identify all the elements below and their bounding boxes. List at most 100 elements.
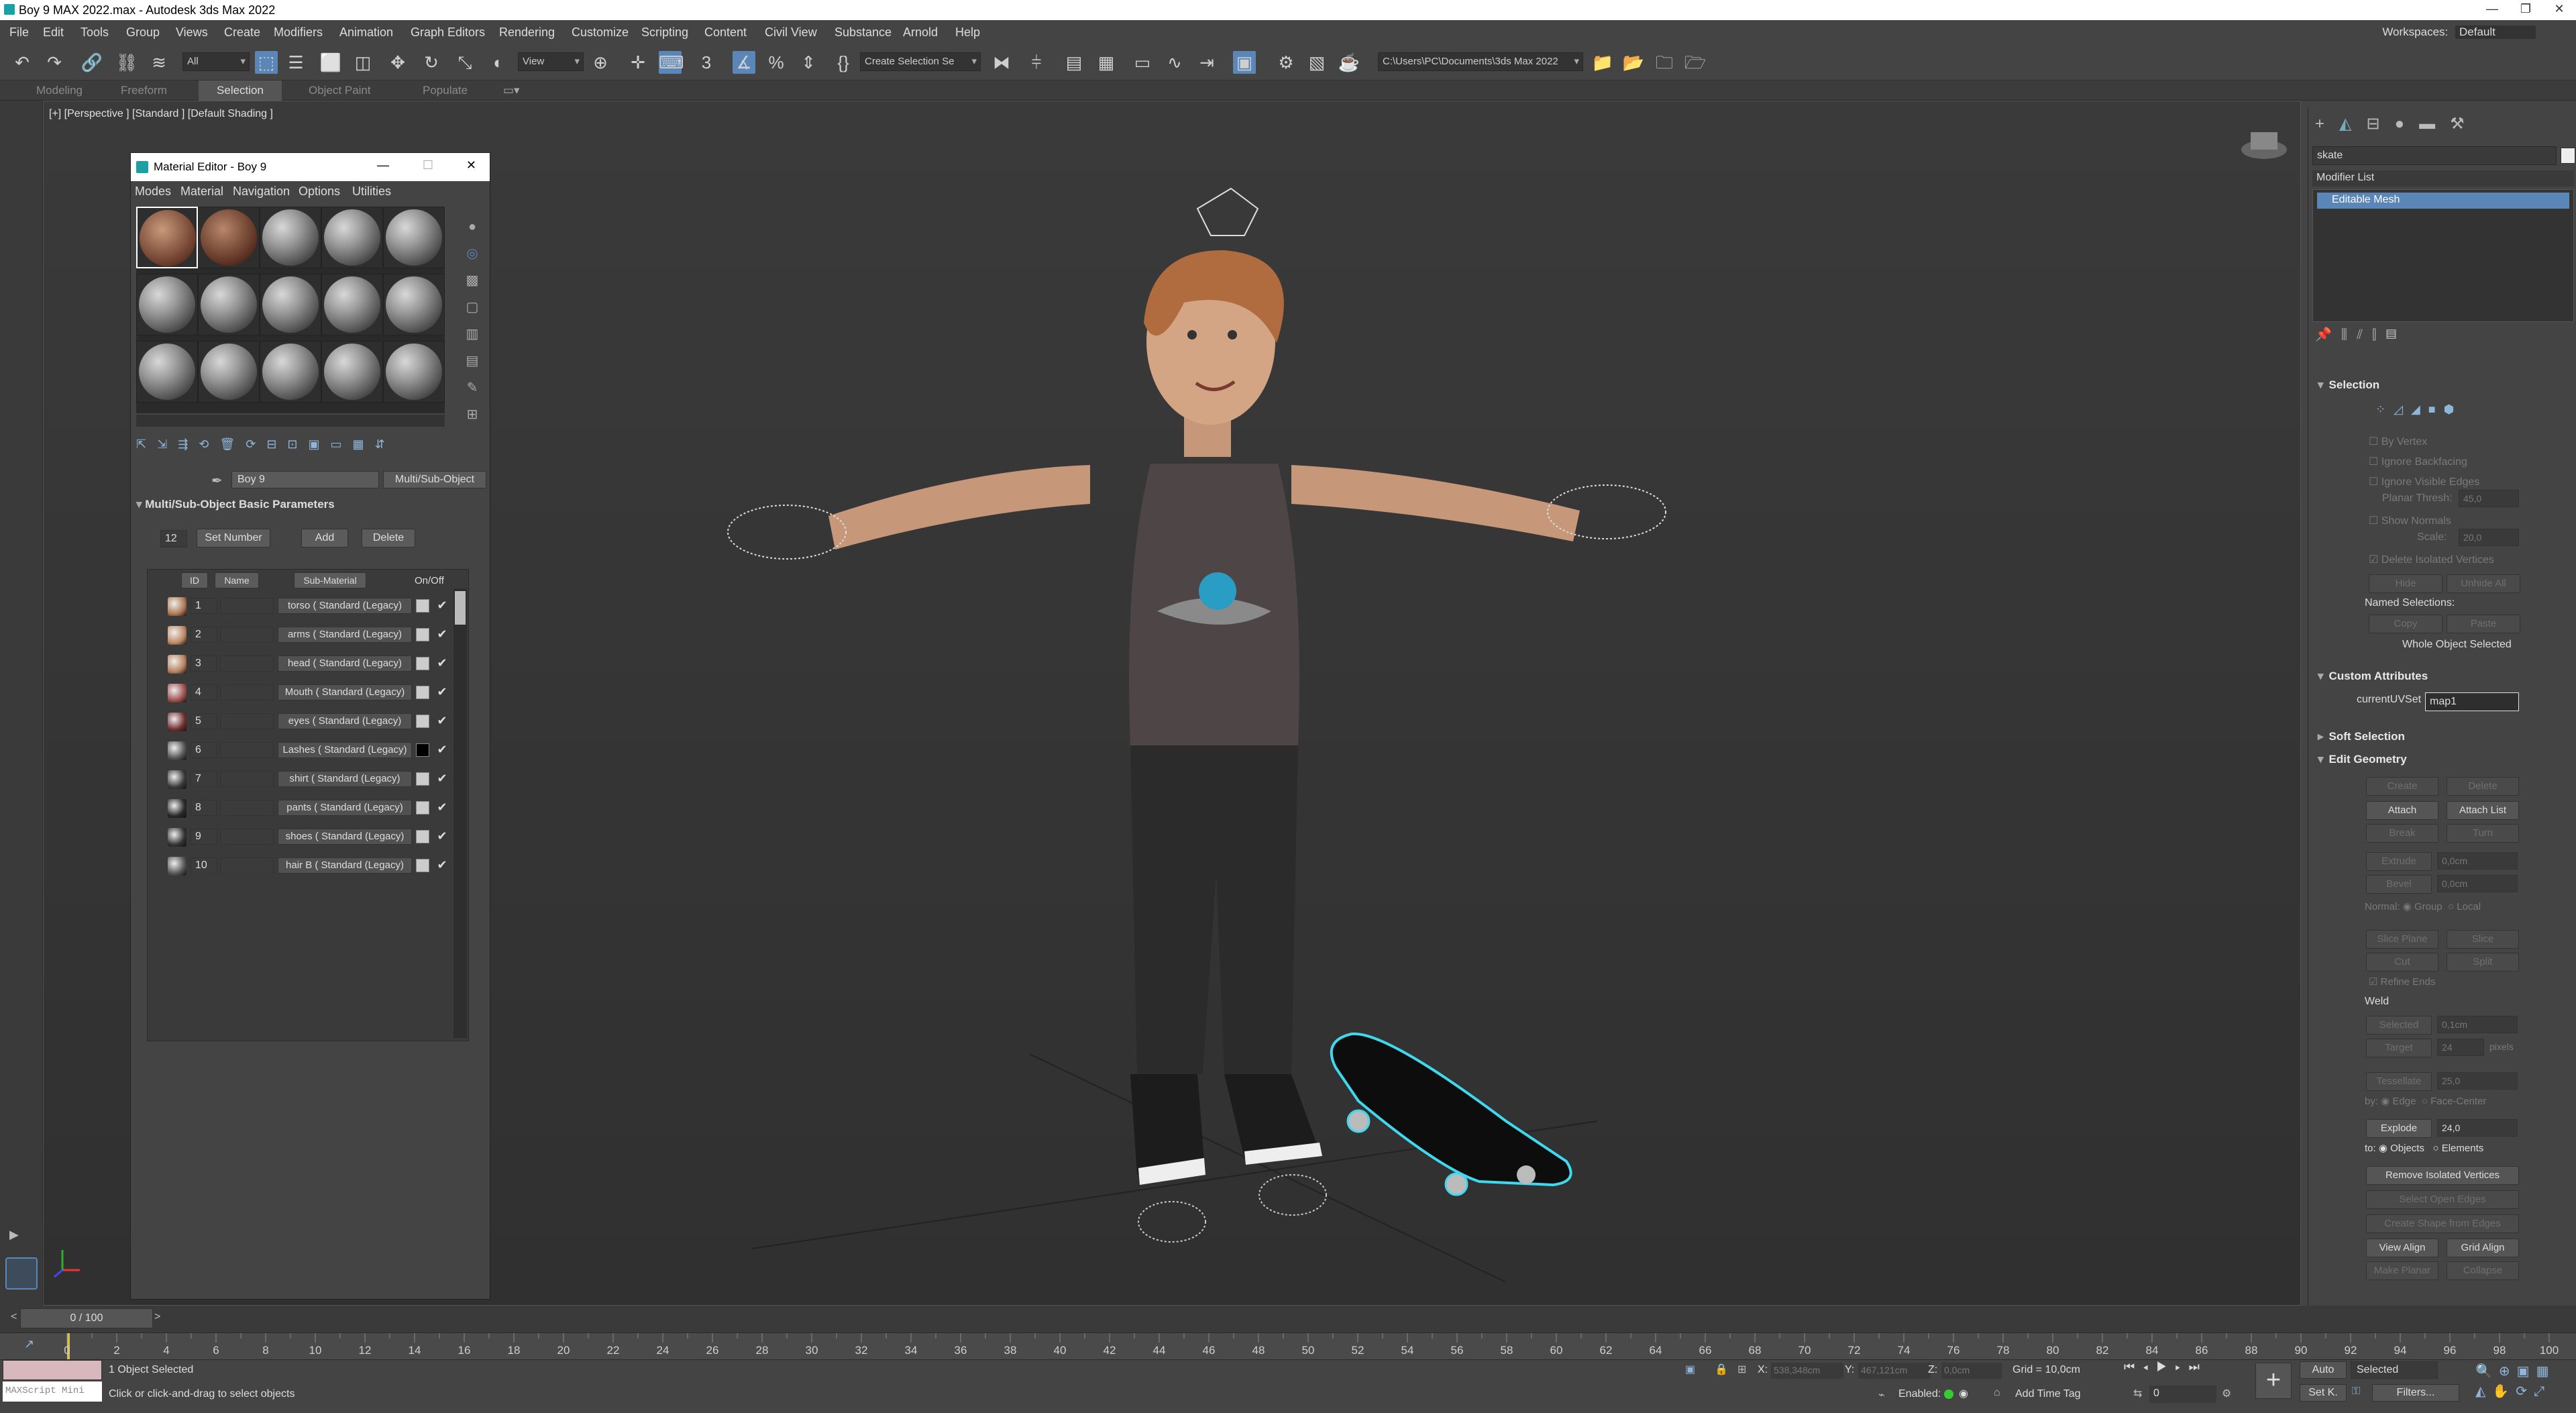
explode-button[interactable]: Explode xyxy=(2366,1119,2432,1138)
redo-icon[interactable]: ↷ xyxy=(43,51,66,74)
place-icon[interactable]: ◐ xyxy=(487,51,510,74)
sub-material-color[interactable] xyxy=(416,657,429,670)
time-configuration-icon[interactable]: ⚙ xyxy=(2222,1387,2231,1400)
set-key-icon[interactable]: + xyxy=(2255,1363,2292,1399)
sub-material-row[interactable]: 9 shoes ( Standard (Legacy) ✔ xyxy=(168,823,476,850)
elements-radio[interactable]: Elements xyxy=(2442,1143,2484,1154)
maxscript-listener-top[interactable] xyxy=(3,1360,102,1380)
isolate-selection-icon[interactable]: ▣ xyxy=(1685,1363,1695,1376)
hide-button[interactable]: Hide xyxy=(2369,574,2443,593)
dope-sheet-icon[interactable]: ⇥ xyxy=(1195,51,1218,74)
menu-modifiers[interactable]: Modifiers xyxy=(274,25,323,40)
bind-space-warp-icon[interactable]: ≋ xyxy=(148,51,170,74)
tessellate-button[interactable]: Tessellate xyxy=(2366,1072,2432,1091)
orbit-icon[interactable]: ⟳ xyxy=(2516,1384,2534,1399)
on-off-checkbox[interactable]: ✔ xyxy=(435,771,449,786)
go-forward-icon[interactable]: ⇵ xyxy=(375,437,396,451)
sub-material-color[interactable] xyxy=(416,715,429,728)
delete-icon[interactable]: 🗑 xyxy=(219,437,246,451)
make-planar-button[interactable]: Make Planar xyxy=(2366,1261,2438,1280)
material-swatch[interactable] xyxy=(168,626,186,645)
menu-edit[interactable]: Edit xyxy=(43,25,64,40)
zoom-icon[interactable]: 🔍 xyxy=(2475,1364,2499,1379)
refine-ends-checkbox[interactable]: ☑ Refine Ends xyxy=(2369,976,2435,988)
menu-create[interactable]: Create xyxy=(224,25,260,40)
sub-material-color[interactable] xyxy=(416,830,429,843)
material-editor-window[interactable]: Material Editor - Boy 9 — ☐ ✕ Modes Mate… xyxy=(130,152,490,1300)
rendered-frame-window-icon[interactable]: ▧ xyxy=(1305,51,1328,74)
sub-material-row[interactable]: 6 Lashes ( Standard (Legacy) ✔ xyxy=(168,737,476,764)
face-center-radio[interactable]: Face-Center xyxy=(2430,1096,2486,1107)
pivot-center-icon[interactable]: ⊕ xyxy=(589,51,612,74)
sub-material-name[interactable] xyxy=(220,713,274,729)
restore-button[interactable]: ❐ xyxy=(2516,2,2536,17)
sub-material-name[interactable] xyxy=(220,800,274,816)
zoom-all-icon[interactable]: ⊕ xyxy=(2499,1364,2517,1379)
create-shape-button[interactable]: Create Shape from Edges xyxy=(2366,1214,2519,1233)
on-off-checkbox[interactable]: ✔ xyxy=(435,742,449,757)
scale-spinner[interactable]: 20,0 xyxy=(2459,529,2519,546)
menu-graph-editors[interactable]: Graph Editors xyxy=(411,25,485,40)
sub-material-name[interactable] xyxy=(220,598,274,614)
undo-icon[interactable]: ↶ xyxy=(11,51,34,74)
save-project-icon[interactable]: 🗀 xyxy=(1653,51,1676,74)
open-icon[interactable]: 📂 xyxy=(1622,51,1645,74)
menu-help[interactable]: Help xyxy=(955,25,980,40)
sub-material-row[interactable]: 1 torso ( Standard (Legacy) ✔ xyxy=(168,592,476,619)
objects-radio[interactable]: Objects xyxy=(2390,1143,2424,1154)
sub-material-button[interactable]: eyes ( Standard (Legacy) xyxy=(278,713,412,729)
column-id[interactable]: ID xyxy=(181,572,208,588)
sub-material-row[interactable]: 2 arms ( Standard (Legacy) ✔ xyxy=(168,621,476,648)
split-button[interactable]: Split xyxy=(2447,953,2519,972)
edit-named-selection-icon[interactable]: {} xyxy=(832,51,855,74)
align-icon[interactable]: ⫩ xyxy=(1025,51,1048,74)
next-frame-icon[interactable]: > xyxy=(154,1311,160,1323)
bevel-button[interactable]: Bevel xyxy=(2366,875,2432,894)
on-off-checkbox[interactable]: ✔ xyxy=(435,829,449,843)
polygon-icon[interactable]: ■ xyxy=(2428,403,2444,416)
column-sub-material[interactable]: Sub-Material xyxy=(294,572,366,588)
on-off-checkbox[interactable]: ✔ xyxy=(435,800,449,815)
sub-material-button[interactable]: torso ( Standard (Legacy) xyxy=(278,598,412,614)
material-editor-titlebar[interactable]: Material Editor - Boy 9 — ☐ ✕ xyxy=(131,153,490,181)
link-icon[interactable]: 🔗 xyxy=(80,51,103,74)
maximize-viewport-icon[interactable]: ⤢ xyxy=(2534,1384,2551,1399)
sub-material-id[interactable]: 3 xyxy=(191,656,217,672)
hierarchy-tab-icon[interactable]: ⊟ xyxy=(2366,115,2394,133)
attach-button[interactable]: Attach xyxy=(2366,801,2438,820)
close-icon[interactable]: ✕ xyxy=(466,158,476,172)
sub-material-color[interactable] xyxy=(416,599,429,613)
time-slider-handle[interactable]: 0 / 100 xyxy=(20,1308,153,1328)
sub-material-row[interactable]: 10 hair B ( Standard (Legacy) ✔ xyxy=(168,852,476,879)
menu-substance[interactable]: Substance xyxy=(835,25,892,40)
sub-material-color[interactable] xyxy=(416,743,429,757)
material-swatch[interactable] xyxy=(168,597,186,616)
sample-slot[interactable] xyxy=(136,341,198,403)
menu-tools[interactable]: Tools xyxy=(80,25,109,40)
snaps-toggle-icon[interactable]: 3 xyxy=(695,51,718,74)
menu-animation[interactable]: Animation xyxy=(339,25,393,40)
rectangular-selection-icon[interactable]: ⬜ xyxy=(319,51,342,74)
sample-uv-tiling-icon[interactable]: ▢ xyxy=(462,294,482,321)
sub-material-id[interactable]: 2 xyxy=(191,627,217,643)
modify-tab-icon[interactable]: ◭ xyxy=(2339,115,2366,133)
delete-button[interactable]: Delete xyxy=(362,529,415,547)
sub-material-button[interactable]: pants ( Standard (Legacy) xyxy=(278,800,412,816)
curve-editor-icon[interactable]: ∿ xyxy=(1163,51,1186,74)
select-by-material-icon[interactable]: ⊞ xyxy=(462,401,482,428)
motion-tab-icon[interactable]: ● xyxy=(2395,115,2420,133)
remove-modifier-icon[interactable]: ⫿ xyxy=(2372,327,2385,342)
ignore-visible-edges-checkbox[interactable]: ☐ Ignore Visible Edges xyxy=(2369,475,2479,488)
material-swatch[interactable] xyxy=(168,770,186,789)
sample-slot[interactable] xyxy=(321,341,383,403)
select-object-icon[interactable]: ⬚ xyxy=(255,51,278,74)
menu-file[interactable]: File xyxy=(9,25,29,40)
element-icon[interactable]: ⬢ xyxy=(2444,403,2463,416)
sub-material-id[interactable]: 5 xyxy=(191,713,217,729)
absolute-mode-icon[interactable]: ⊞ xyxy=(1737,1363,1746,1376)
set-number-button[interactable]: Set Number xyxy=(197,529,270,547)
cut-button[interactable]: Cut xyxy=(2366,953,2438,972)
material-editor-icon[interactable]: ▣ xyxy=(1233,51,1256,74)
material-name-field[interactable]: Boy 9 xyxy=(231,471,379,488)
get-material-icon[interactable]: ⇱ xyxy=(136,437,157,451)
